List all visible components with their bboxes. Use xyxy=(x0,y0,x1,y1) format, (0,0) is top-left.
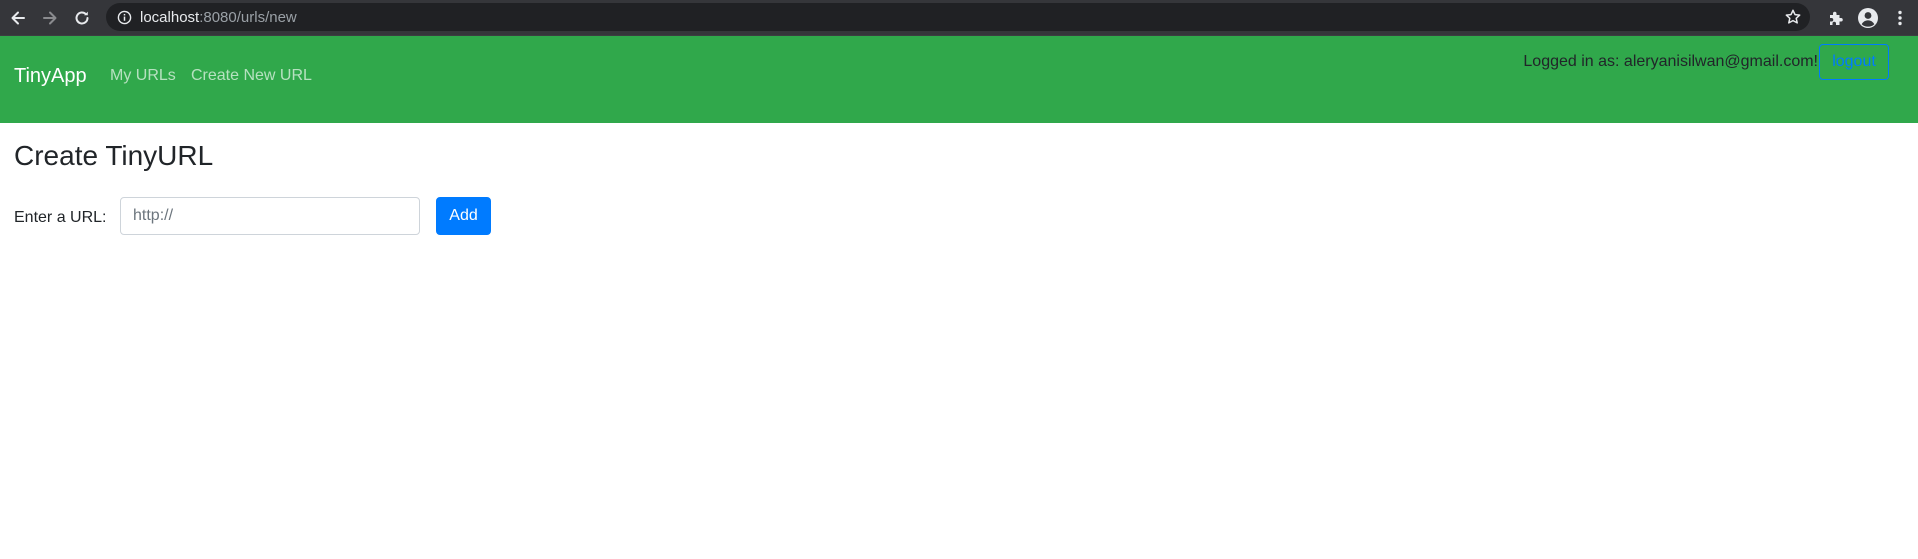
profile-avatar-icon[interactable] xyxy=(1852,2,1884,34)
bookmark-star-icon[interactable] xyxy=(1784,8,1802,26)
nav-link-create-new-url[interactable]: Create New URL xyxy=(191,65,312,87)
forward-arrow-icon[interactable] xyxy=(34,2,66,34)
url-host: localhost xyxy=(140,8,200,26)
add-button[interactable]: Add xyxy=(436,197,491,235)
address-bar[interactable]: localhost:8080/urls/new xyxy=(106,3,1810,31)
info-icon[interactable] xyxy=(116,9,132,25)
long-url-input[interactable] xyxy=(120,197,420,235)
page-title: Create TinyURL xyxy=(14,140,214,171)
url-path: :8080/urls/new xyxy=(199,8,297,26)
kebab-menu-icon[interactable] xyxy=(1884,2,1916,34)
url-field-label: Enter a URL: xyxy=(14,209,107,226)
back-arrow-icon[interactable] xyxy=(2,2,34,34)
app-navbar: TinyApp My URLs Create New URL Logged in… xyxy=(0,35,1918,123)
logout-button[interactable]: logout xyxy=(1819,44,1889,80)
extensions-puzzle-icon[interactable] xyxy=(1820,2,1852,34)
reload-icon[interactable] xyxy=(66,2,98,34)
nav-link-my-urls[interactable]: My URLs xyxy=(110,65,176,87)
browser-toolbar: localhost:8080/urls/new xyxy=(0,0,1918,35)
brand-link[interactable]: TinyApp xyxy=(14,62,87,90)
login-status-text: Logged in as: aleryanisilwan@gmail.com! xyxy=(1523,53,1818,70)
address-url[interactable]: localhost:8080/urls/new xyxy=(140,9,297,26)
